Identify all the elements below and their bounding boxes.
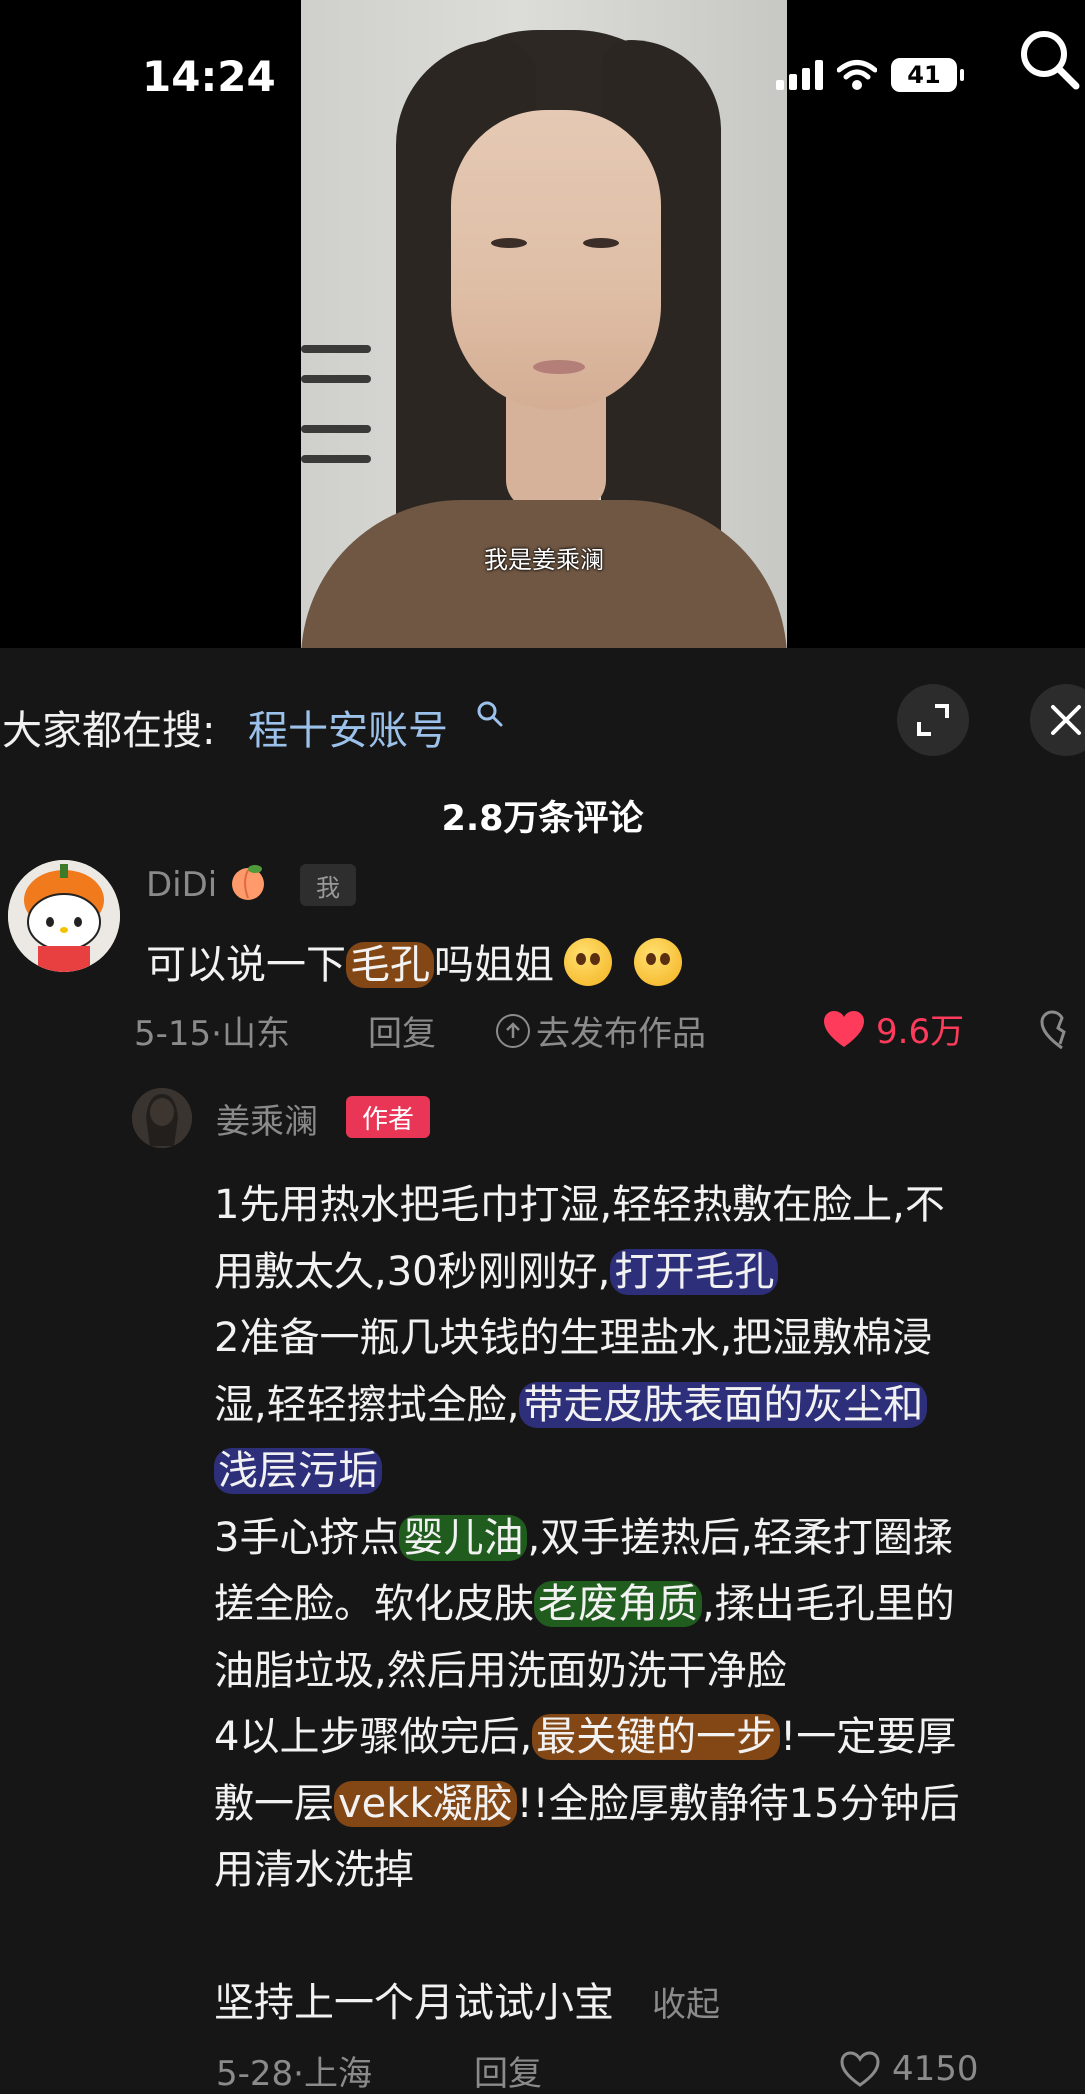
reply-text-highlight: 打开毛孔 [610,1248,779,1295]
heart-filled-icon [824,1010,864,1047]
reply-date-location: 5-28·上海 [216,2054,372,2094]
reply-text-segment: 3手心挤点 [214,1514,400,1561]
reply-text-line: 4以上步骤做完后, 最关键的一步 !一定要厚 [214,1704,1085,1771]
expand-icon [917,704,949,736]
pleading-face-emoji-icon [564,938,612,986]
reply-text-segment: 4以上步骤做完后, [214,1714,533,1760]
reply-text-segment: 1先用热水把毛巾打湿,轻轻热敷在脸上,不 [214,1182,945,1228]
reply-text-segment: 油脂垃圾,然后用洗面奶洗干净脸 [214,1647,787,1694]
broken-heart-icon [1040,1010,1066,1050]
upload-arrow-icon [496,1013,530,1048]
collapse-button[interactable]: 收起 [652,1985,720,2025]
comment-date-location: 5-15·山东 [134,1014,290,1054]
reply-text-highlight: 最关键的一步 [532,1714,781,1760]
author-avatar-image [132,1088,192,1148]
reply-text-line: 用清水洗掉 [214,1837,1085,1904]
reply-text-line: 浅层污垢 [214,1438,1085,1505]
reply-like-button[interactable]: 4150 [838,2044,1085,2094]
comment-text-part: 吗姐姐 [434,942,554,988]
comment-text: 可以说一下 毛孔 吗姐姐 [146,932,682,990]
me-badge: 我 [300,864,356,906]
reply-text-segment: !!全脸厚敷静待15分钟后 [516,1780,960,1827]
search-icon[interactable] [1016,26,1082,92]
heart-outline-icon [840,2051,880,2087]
battery-level: 41 [907,61,941,89]
author-avatar[interactable] [132,1088,192,1148]
reply-username[interactable]: 姜乘澜 [216,1094,318,1143]
search-icon [477,701,503,727]
reply-text-line: 搓全脸。软化皮肤 老废角质 ,揉出毛孔里的 [214,1571,1085,1638]
publish-work-label: 去发布作品 [536,1014,706,1054]
reply-text-segment: 2准备一瓶几块钱的生理盐水,把湿敷棉浸 [214,1315,933,1361]
avatar[interactable] [8,860,120,972]
trending-search-prefix: 大家都在搜: [2,708,216,754]
reply-like-count: 4150 [892,2049,979,2089]
reply-text-line: 2准备一瓶几块钱的生理盐水,把湿敷棉浸 [214,1305,1085,1372]
username-text[interactable]: DiDi [146,865,217,905]
reply-text-line: 用敷太久,30秒刚刚好, 打开毛孔 [214,1239,1085,1306]
publish-work-button[interactable]: 去发布作品 [496,1006,706,1055]
wifi-icon [837,60,877,90]
dislike-button[interactable] [1040,1010,1085,1050]
status-time: 14:24 [142,52,276,101]
battery-icon: 41 [891,58,964,92]
video-subtitle: 我是姜乘澜 [484,546,604,574]
trending-search-term[interactable]: 程十安账号 [248,698,448,756]
comment-count: 2.8万条评论 [441,799,644,839]
reply-text-line: 1先用热水把毛巾打湿,轻轻热敷在脸上,不 [214,1172,1085,1239]
reply-text-segment: 搓全脸。软化皮肤 [214,1581,534,1627]
reply-text-line: 湿,轻轻擦拭全脸, 带走皮肤表面的灰尘和 [214,1372,1085,1439]
reply-text-highlight: 浅层污垢 [214,1448,382,1494]
reply-text-highlight: 婴儿油 [399,1514,528,1561]
reply-text-segment: 湿,轻轻擦拭全脸, [214,1381,520,1428]
reply-text-segment: !一定要厚 [780,1714,957,1760]
reply-text-segment: ,揉出毛孔里的 [702,1581,955,1627]
reply-text-highlight: 带走皮肤表面的灰尘和 [519,1381,928,1428]
like-count: 9.6万 [876,1012,965,1052]
pleading-face-emoji-icon [634,938,682,986]
reply-text-highlight: vekk凝胶 [334,1780,517,1827]
close-icon [1051,705,1081,735]
reply-button[interactable]: 回复 [474,2046,542,2094]
reply-text-line: 油脂垃圾,然后用洗面奶洗干净脸 [214,1638,1085,1705]
comment-text-part: 可以说一下 [146,942,346,988]
reply-text-segment: ,双手搓热后,轻柔打圈揉 [527,1514,953,1561]
hello-kitty-avatar-icon [8,860,120,972]
reply-closing-line: 坚持上一个月试试小宝 收起 [214,1970,1085,2037]
expand-button[interactable] [897,684,969,756]
reply-text: 1先用热水把毛巾打湿,轻轻热敷在脸上,不 用敷太久,30秒刚刚好, 打开毛孔 2准备一… [214,1172,1085,2037]
status-icons: 41 [776,58,964,92]
reply-text-segment: 用清水洗掉 [214,1847,414,1893]
reply-text-segment: 敷一层 [214,1780,334,1827]
reply-text-spacer [214,1904,1085,1971]
cellular-signal-icon [776,60,823,90]
reply-button[interactable]: 回复 [368,1006,436,1055]
reply-text-line: 敷一层 vekk凝胶 !!全脸厚敷静待15分钟后 [214,1771,1085,1838]
like-button[interactable]: 9.6万 [822,1004,964,1053]
comment-username[interactable]: DiDi [146,862,268,905]
comment-text-highlight: 毛孔 [346,942,434,988]
reply-closing-text: 坚持上一个月试试小宝 [214,1980,614,2026]
reply-text-line: 3手心挤点 婴儿油 ,双手搓热后,轻柔打圈揉 [214,1505,1085,1572]
reply-text-segment: 用敷太久,30秒刚刚好, [214,1248,611,1295]
reply-text-highlight: 老废角质 [534,1581,702,1627]
peach-emoji-icon [232,865,265,900]
author-badge: 作者 [346,1096,430,1138]
